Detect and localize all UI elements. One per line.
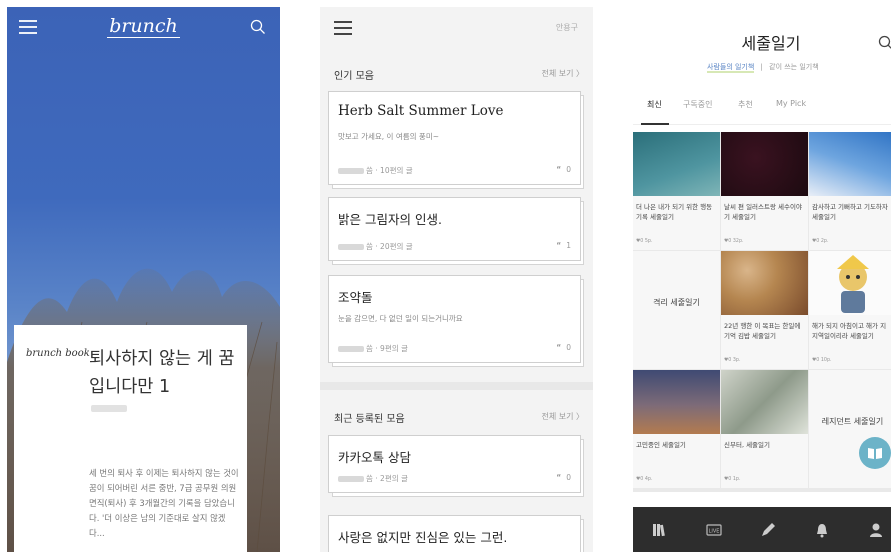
diary-subnav: 사람들의 일기책 | 같이 쓰는 일기책	[707, 63, 819, 73]
bottom-nav: LIVE	[633, 507, 891, 552]
diary-grid: 더 나은 내가 되기 위한 행동기록 세줄일기 ♥0 5p. 날씨 편 일러스트…	[633, 132, 891, 492]
recent-view-all-link[interactable]: 전체 보기 〉	[541, 411, 584, 422]
live-icon[interactable]: LIVE	[705, 521, 723, 539]
book-card[interactable]: 밝은 그림자의 인생. 씀 · 20편의 글 “1	[328, 197, 584, 265]
diary-cell[interactable]: 고민중인 세줄일기 ♥0 4p.	[633, 370, 720, 488]
author-name-blurred	[338, 476, 364, 482]
book-title: 밝은 그림자의 인생.	[338, 212, 442, 227]
tab-latest[interactable]: 최신	[647, 99, 662, 110]
diary-cell[interactable]: 해가 되지 아침이고 해가 지 지역일이리라 세줄일기 ♥0 10p.	[809, 251, 891, 369]
top-bar: brunch	[7, 7, 280, 47]
book-card[interactable]: 조약돌 눈을 감으면, 다 없던 일이 되는거니까요 씀 · 9편의 글 “0	[328, 275, 584, 367]
diary-cell[interactable]: 신부터, 세줄일기 ♥0 1p.	[721, 370, 808, 488]
comment-count: “0	[556, 343, 571, 352]
book-meta: 씀 · 9편의 글 “0	[338, 343, 571, 353]
diary-screen: 세줄일기 사람들의 일기책 | 같이 쓰는 일기책 최신 구독중인 추천 My …	[633, 7, 891, 552]
author-name-blurred	[338, 244, 364, 250]
diary-cell[interactable]: 날씨 편 일러스트랑 세수이야기 세줄일기 ♥0 32p.	[721, 132, 808, 250]
bell-icon[interactable]	[813, 521, 831, 539]
diary-cell[interactable]: 22년 행한 이 목표는 한일에 기억 김밥 세줄일기 ♥0 3p.	[721, 251, 808, 369]
author-name-blurred	[91, 405, 127, 412]
quote-icon: “	[556, 343, 562, 352]
section-divider	[320, 382, 593, 390]
book-list-screen: 안용구 인기 모음 전체 보기 〉 Herb Salt Summer Love …	[320, 7, 593, 552]
book-description: 세 번의 퇴사 후 이제는 퇴사하지 않는 것이 꿈이 되어버린 서른 중반, …	[89, 468, 239, 538]
comment-count: “0	[556, 165, 571, 174]
diary-cell[interactable]: 감사하고 기뻐하고 기도하자 세줄일기 ♥0 2p.	[809, 132, 891, 250]
collage-image	[721, 251, 808, 315]
quote-icon: “	[556, 165, 562, 174]
brunch-logo[interactable]: brunch	[7, 15, 280, 38]
search-icon[interactable]	[250, 19, 266, 35]
book-card[interactable]: 카카오톡 상담 씀 · 2편의 글 “0	[328, 435, 584, 497]
quote-icon: “	[556, 241, 562, 250]
comment-count: “0	[556, 473, 571, 482]
user-name[interactable]: 안용구	[556, 22, 578, 33]
book-desc: 눈을 감으면, 다 없던 일이 되는거니까요	[338, 314, 463, 323]
shared-diaries-link[interactable]: 같이 쓰는 일기책	[769, 63, 819, 71]
featured-book-card[interactable]: brunch book 퇴사하지 않는 게 꿈입니다만 1 세 번의 퇴사 후 …	[14, 325, 247, 552]
tab-recommended[interactable]: 추천	[738, 99, 753, 110]
book-title: Herb Salt Summer Love	[338, 103, 504, 119]
book-desc: 맛보고 가세요, 이 여름의 풍미~	[338, 132, 440, 141]
book-meta: 씀 · 2편의 글 “0	[338, 473, 571, 483]
book-title: 카카오톡 상담	[338, 450, 411, 465]
sky-clouds-image	[809, 132, 891, 196]
popular-view-all-link[interactable]: 전체 보기 〉	[541, 68, 584, 79]
book-fab-button[interactable]	[859, 437, 891, 469]
page-title: 세줄일기	[741, 34, 801, 53]
book-icon	[868, 448, 882, 459]
tab-subscribed[interactable]: 구독중인	[683, 99, 712, 110]
active-tab-indicator	[641, 123, 669, 125]
diary-cell[interactable]: 격리 세줄일기	[633, 251, 720, 369]
search-icon[interactable]	[878, 35, 891, 51]
night-sky-image	[633, 132, 720, 196]
pencil-icon[interactable]	[759, 521, 777, 539]
tab-bar: 최신 구독중인 추천 My Pick	[633, 99, 891, 125]
book-meta: 씀 · 20편의 글 “1	[338, 241, 571, 251]
book-title: 사랑은 없지만 진심은 있는 그런.	[338, 530, 508, 545]
book-card[interactable]: 사랑은 없지만 진심은 있는 그런.	[328, 515, 584, 552]
menu-icon[interactable]	[334, 21, 352, 35]
book-title: 퇴사하지 않는 게 꿈입니다만 1	[89, 349, 235, 397]
brunch-home-screen: brunch brunch book 퇴사하지 않는 게 꿈입니다만 1 세 번…	[7, 7, 280, 552]
svg-text:LIVE: LIVE	[709, 529, 720, 535]
author-name-blurred	[338, 346, 364, 352]
popular-section-header: 인기 모음	[334, 71, 374, 82]
author-name-blurred	[338, 168, 364, 174]
diary-cell[interactable]: 더 나은 내가 되기 위한 행동기록 세줄일기 ♥0 5p.	[633, 132, 720, 250]
diary-cell[interactable]: 레지던트 세줄일기	[809, 370, 891, 488]
book-title: 조약돌	[338, 290, 373, 305]
stairs-image	[721, 370, 808, 434]
profile-icon[interactable]	[867, 521, 885, 539]
book-meta: 씀 · 10편의 글 “0	[338, 165, 571, 175]
library-icon[interactable]	[651, 521, 669, 539]
recent-section-header: 최근 등록된 모음	[334, 414, 405, 425]
dark-red-image	[721, 132, 808, 196]
city-night-image	[633, 370, 720, 434]
tab-my-pick[interactable]: My Pick	[776, 99, 806, 108]
quote-icon: “	[556, 473, 562, 482]
character-illustration	[809, 251, 891, 315]
book-card[interactable]: Herb Salt Summer Love 맛보고 가세요, 이 여름의 풍미~…	[328, 91, 584, 189]
people-diaries-link[interactable]: 사람들의 일기책	[707, 63, 755, 73]
brunch-book-badge: brunch book	[26, 348, 90, 359]
comment-count: “1	[556, 241, 571, 250]
